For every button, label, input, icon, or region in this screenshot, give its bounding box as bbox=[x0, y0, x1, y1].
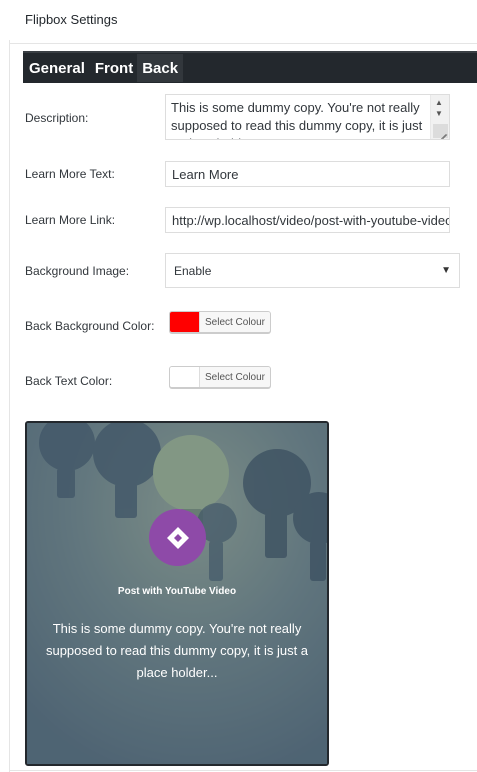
back-text-color-picker[interactable]: Select Colour bbox=[169, 366, 271, 388]
panel-left-border bbox=[9, 40, 10, 772]
description-text: This is some dummy copy. You're not real… bbox=[171, 100, 423, 139]
title-divider bbox=[9, 43, 477, 44]
post-format-badge bbox=[149, 509, 206, 566]
background-image-selected: Enable bbox=[174, 263, 212, 278]
back-text-color-swatch[interactable] bbox=[170, 367, 199, 387]
scroll-down-icon[interactable]: ▼ bbox=[435, 109, 443, 118]
learn-more-link-input[interactable]: http://wp.localhost/video/post-with-yout… bbox=[165, 207, 450, 233]
back-text-select-colour-button[interactable]: Select Colour bbox=[199, 367, 270, 387]
scroll-up-icon[interactable]: ▲ bbox=[435, 98, 443, 107]
tab-bar: General Front Back bbox=[23, 51, 477, 83]
learn-more-link-label: Learn More Link: bbox=[25, 213, 116, 227]
preview-post-title: Post with YouTube Video bbox=[117, 586, 237, 597]
tab-general[interactable]: General bbox=[23, 54, 89, 82]
resize-handle-icon[interactable] bbox=[433, 124, 448, 138]
diamond-icon bbox=[166, 526, 189, 549]
back-bg-color-picker[interactable]: Select Colour bbox=[169, 311, 271, 333]
description-label: Description: bbox=[25, 111, 89, 125]
background-image-label: Background Image: bbox=[25, 264, 130, 278]
tab-back[interactable]: Back bbox=[137, 54, 184, 82]
description-textarea[interactable]: This is some dummy copy. You're not real… bbox=[165, 94, 450, 140]
chevron-down-icon: ▼ bbox=[441, 265, 451, 276]
back-bg-color-label: Back Background Color: bbox=[25, 319, 155, 333]
flipbox-back-preview: Post with YouTube Video This is some dum… bbox=[25, 421, 329, 766]
panel-title: Flipbox Settings bbox=[25, 12, 118, 27]
tab-front[interactable]: Front bbox=[89, 54, 137, 82]
learn-more-text-input[interactable]: Learn More bbox=[165, 161, 450, 187]
learn-more-text-label: Learn More Text: bbox=[25, 167, 115, 181]
preview-description: This is some dummy copy. You're not real… bbox=[45, 621, 309, 680]
back-text-color-label: Back Text Color: bbox=[25, 374, 113, 388]
bottom-divider bbox=[9, 770, 477, 771]
back-bg-color-swatch[interactable] bbox=[170, 312, 199, 332]
back-bg-select-colour-button[interactable]: Select Colour bbox=[199, 312, 270, 332]
background-image-select[interactable]: Enable ▼ bbox=[165, 253, 460, 288]
